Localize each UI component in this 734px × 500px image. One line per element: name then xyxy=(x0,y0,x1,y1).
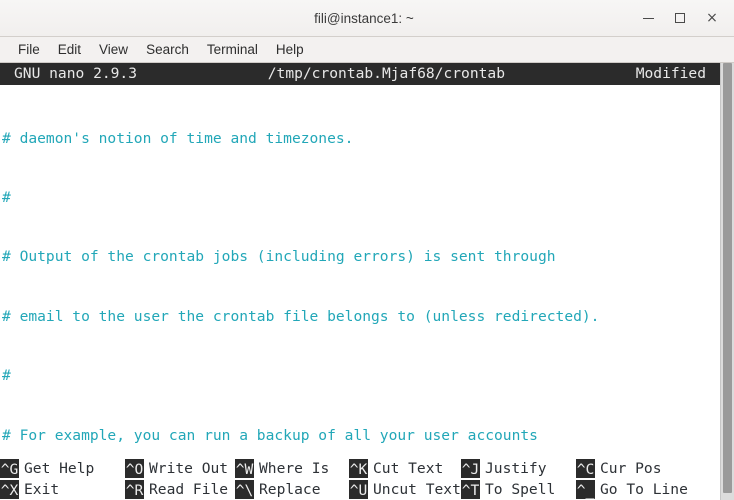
shortcut-replace[interactable]: ^\ Replace xyxy=(235,479,349,500)
nano-filename: /tmp/crontab.Mjaf68/crontab xyxy=(267,65,505,82)
shortcut-key: ^_ xyxy=(576,480,595,499)
editor-line: # Output of the crontab jobs (including … xyxy=(2,248,556,266)
nano-shortcut-bar: ^G Get Help ^O Write Out ^W Where Is ^K … xyxy=(0,458,720,500)
shortcut-label: Justify xyxy=(485,460,547,477)
nano-modified-status: Modified xyxy=(635,65,707,82)
shortcut-label: Exit xyxy=(24,481,60,498)
shortcut-key: ^X xyxy=(0,480,19,499)
terminal-scrollbar[interactable] xyxy=(720,63,734,500)
close-button[interactable]: × xyxy=(696,3,728,33)
menu-item-file[interactable]: File xyxy=(9,40,49,59)
shortcut-label: Replace xyxy=(259,481,321,498)
shortcut-key: ^K xyxy=(349,459,368,478)
shortcut-to-spell[interactable]: ^T To Spell xyxy=(461,479,576,500)
shortcut-key: ^T xyxy=(461,480,480,499)
shortcut-exit[interactable]: ^X Exit xyxy=(0,479,125,500)
menu-item-view[interactable]: View xyxy=(90,40,137,59)
terminal-area: GNU nano 2.9.3 /tmp/crontab.Mjaf68/cront… xyxy=(0,63,734,500)
title-bar: fili@instance1: ~ × xyxy=(0,0,734,37)
shortcut-label: Write Out xyxy=(149,460,229,477)
menu-item-terminal[interactable]: Terminal xyxy=(198,40,267,59)
menu-bar: File Edit View Search Terminal Help xyxy=(0,37,734,63)
shortcut-label: Cur Pos xyxy=(600,460,662,477)
shortcut-label: Read File xyxy=(149,481,229,498)
shortcut-go-to-line[interactable]: ^_ Go To Line xyxy=(576,479,688,500)
shortcut-key: ^U xyxy=(349,480,368,499)
shortcut-label: To Spell xyxy=(485,481,556,498)
editor-line: # xyxy=(2,367,11,385)
shortcut-cut-text[interactable]: ^K Cut Text xyxy=(349,458,461,479)
shortcut-key: ^G xyxy=(0,459,19,478)
shortcut-row-1: ^G Get Help ^O Write Out ^W Where Is ^K … xyxy=(0,458,720,479)
shortcut-key: ^\ xyxy=(235,480,254,499)
shortcut-key: ^J xyxy=(461,459,480,478)
editor-line: # daemon's notion of time and timezones. xyxy=(2,129,354,147)
editor-text-area[interactable]: # daemon's notion of time and timezones.… xyxy=(0,85,720,500)
shortcut-uncut-text[interactable]: ^U Uncut Text xyxy=(349,479,461,500)
shortcut-label: Where Is xyxy=(259,460,330,477)
shortcut-justify[interactable]: ^J Justify xyxy=(461,458,576,479)
window-controls: × xyxy=(632,3,734,33)
shortcut-label: Uncut Text xyxy=(373,481,461,498)
shortcut-key: ^C xyxy=(576,459,595,478)
shortcut-read-file[interactable]: ^R Read File xyxy=(125,479,235,500)
nano-version: GNU nano 2.9.3 xyxy=(14,65,138,82)
shortcut-key: ^O xyxy=(125,459,144,478)
shortcut-row-2: ^X Exit ^R Read File ^\ Replace ^U Uncut… xyxy=(0,479,720,500)
nano-title-bar: GNU nano 2.9.3 /tmp/crontab.Mjaf68/cront… xyxy=(0,63,720,85)
editor-line: # For example, you can run a backup of a… xyxy=(2,426,538,444)
close-icon: × xyxy=(706,10,718,26)
shortcut-write-out[interactable]: ^O Write Out xyxy=(125,458,235,479)
window-title: fili@instance1: ~ xyxy=(314,10,414,26)
shortcut-label: Cut Text xyxy=(373,460,444,477)
shortcut-get-help[interactable]: ^G Get Help xyxy=(0,458,125,479)
menu-item-search[interactable]: Search xyxy=(137,40,198,59)
scrollbar-thumb[interactable] xyxy=(723,63,732,493)
menu-item-edit[interactable]: Edit xyxy=(49,40,90,59)
maximize-icon xyxy=(675,13,685,23)
shortcut-cur-pos[interactable]: ^C Cur Pos xyxy=(576,458,662,479)
menu-item-help[interactable]: Help xyxy=(267,40,313,59)
shortcut-key: ^W xyxy=(235,459,254,478)
maximize-button[interactable] xyxy=(664,3,696,33)
editor-line: # email to the user the crontab file bel… xyxy=(2,307,600,325)
terminal-window: fili@instance1: ~ × File Edit View Searc… xyxy=(0,0,734,500)
nano-editor[interactable]: GNU nano 2.9.3 /tmp/crontab.Mjaf68/cront… xyxy=(0,63,720,500)
editor-line: # xyxy=(2,188,11,206)
shortcut-label: Get Help xyxy=(24,460,95,477)
shortcut-key: ^R xyxy=(125,480,144,499)
minimize-button[interactable] xyxy=(632,3,664,33)
shortcut-where-is[interactable]: ^W Where Is xyxy=(235,458,349,479)
minimize-icon xyxy=(642,17,654,19)
shortcut-label: Go To Line xyxy=(600,481,688,498)
